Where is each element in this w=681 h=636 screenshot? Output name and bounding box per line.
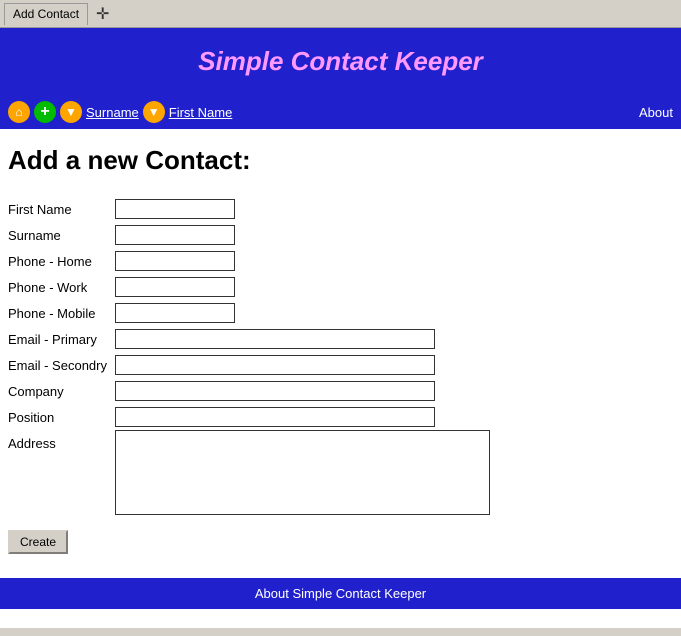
table-row: Address xyxy=(8,430,490,518)
tab-label: Add Contact xyxy=(13,7,79,21)
create-button[interactable]: Create xyxy=(8,530,68,554)
browser-tab[interactable]: Add Contact xyxy=(4,3,88,25)
email-primary-input[interactable] xyxy=(115,329,435,349)
first-name-field xyxy=(115,196,490,222)
browser-chrome: Add Contact ✛ xyxy=(0,0,681,28)
first-name-label: First Name xyxy=(8,196,115,222)
table-row: Company xyxy=(8,378,490,404)
phone-work-input[interactable] xyxy=(115,277,235,297)
address-field xyxy=(115,430,490,518)
position-input[interactable] xyxy=(115,407,435,427)
phone-home-input[interactable] xyxy=(115,251,235,271)
company-label: Company xyxy=(8,378,115,404)
surname-field xyxy=(115,222,490,248)
phone-mobile-input[interactable] xyxy=(115,303,235,323)
add-contact-form: First Name Surname Phone - Home xyxy=(8,196,673,554)
page-heading: Add a new Contact: xyxy=(8,145,673,176)
surname-nav-link[interactable]: Surname xyxy=(86,105,139,120)
page-wrapper: Simple Contact Keeper ⌂ + ▼ Surname ▼ Fi… xyxy=(0,28,681,628)
email-primary-field xyxy=(115,326,490,352)
main-content: Add a new Contact: First Name Surname xyxy=(0,129,681,570)
table-row: Email - Primary xyxy=(8,326,490,352)
sort-down-icon-2[interactable]: ▼ xyxy=(143,101,165,123)
app-header: Simple Contact Keeper xyxy=(0,28,681,95)
add-contact-icon[interactable]: + xyxy=(34,101,56,123)
company-field xyxy=(115,378,490,404)
surname-label: Surname xyxy=(8,222,115,248)
app-footer: About Simple Contact Keeper xyxy=(0,578,681,609)
home-icon[interactable]: ⌂ xyxy=(8,101,30,123)
table-row: Phone - Home xyxy=(8,248,490,274)
new-tab-button[interactable]: ✛ xyxy=(92,4,113,24)
form-table: First Name Surname Phone - Home xyxy=(8,196,490,518)
company-input[interactable] xyxy=(115,381,435,401)
create-button-wrapper: Create xyxy=(8,518,673,554)
navbar: ⌂ + ▼ Surname ▼ First Name About xyxy=(0,95,681,129)
table-row: Email - Secondry xyxy=(8,352,490,378)
position-label: Position xyxy=(8,404,115,430)
phone-mobile-field xyxy=(115,300,490,326)
email-secondary-label: Email - Secondry xyxy=(8,352,115,378)
email-secondary-input[interactable] xyxy=(115,355,435,375)
phone-home-label: Phone - Home xyxy=(8,248,115,274)
table-row: Surname xyxy=(8,222,490,248)
phone-mobile-label: Phone - Mobile xyxy=(8,300,115,326)
table-row: Phone - Work xyxy=(8,274,490,300)
position-field xyxy=(115,404,490,430)
phone-work-label: Phone - Work xyxy=(8,274,115,300)
table-row: Phone - Mobile xyxy=(8,300,490,326)
email-primary-label: Email - Primary xyxy=(8,326,115,352)
email-secondary-field xyxy=(115,352,490,378)
firstname-nav-link[interactable]: First Name xyxy=(169,105,233,120)
first-name-input[interactable] xyxy=(115,199,235,219)
surname-input[interactable] xyxy=(115,225,235,245)
table-row: Position xyxy=(8,404,490,430)
address-label: Address xyxy=(8,430,115,518)
sort-down-icon-1[interactable]: ▼ xyxy=(60,101,82,123)
table-row: First Name xyxy=(8,196,490,222)
footer-text: About Simple Contact Keeper xyxy=(255,586,426,601)
address-textarea[interactable] xyxy=(115,430,490,515)
phone-home-field xyxy=(115,248,490,274)
phone-work-field xyxy=(115,274,490,300)
app-title: Simple Contact Keeper xyxy=(198,46,483,76)
about-nav-link[interactable]: About xyxy=(639,105,673,120)
